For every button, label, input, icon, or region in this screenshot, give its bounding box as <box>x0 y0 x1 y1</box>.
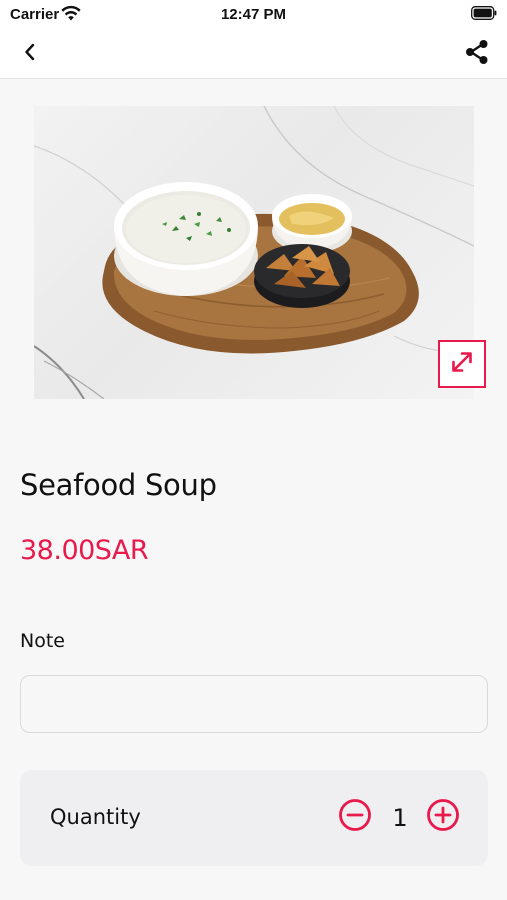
status-time: 12:47 PM <box>220 6 287 23</box>
battery-icon <box>471 6 497 20</box>
expand-image-button[interactable] <box>438 340 486 388</box>
share-icon <box>464 39 490 70</box>
quantity-decrease-button[interactable] <box>338 798 372 837</box>
quantity-card: Quantity 1 <box>20 770 488 866</box>
product-price: 38.00SAR <box>20 535 149 566</box>
quantity-value: 1 <box>392 804 408 832</box>
product-image[interactable] <box>34 106 474 399</box>
product-name: Seafood Soup <box>20 468 217 502</box>
note-input[interactable] <box>20 675 488 733</box>
quantity-increase-button[interactable] <box>426 798 460 837</box>
expand-icon <box>449 349 475 380</box>
chevron-left-icon <box>23 42 37 67</box>
nav-bar <box>0 30 507 79</box>
quantity-label: Quantity <box>50 805 141 829</box>
plus-circle-icon <box>426 798 460 837</box>
minus-circle-icon <box>338 798 372 837</box>
status-bar: Carrier 12:47 PM <box>0 0 507 30</box>
note-label: Note <box>20 630 65 652</box>
share-button[interactable] <box>461 39 493 69</box>
back-button[interactable] <box>14 40 46 68</box>
